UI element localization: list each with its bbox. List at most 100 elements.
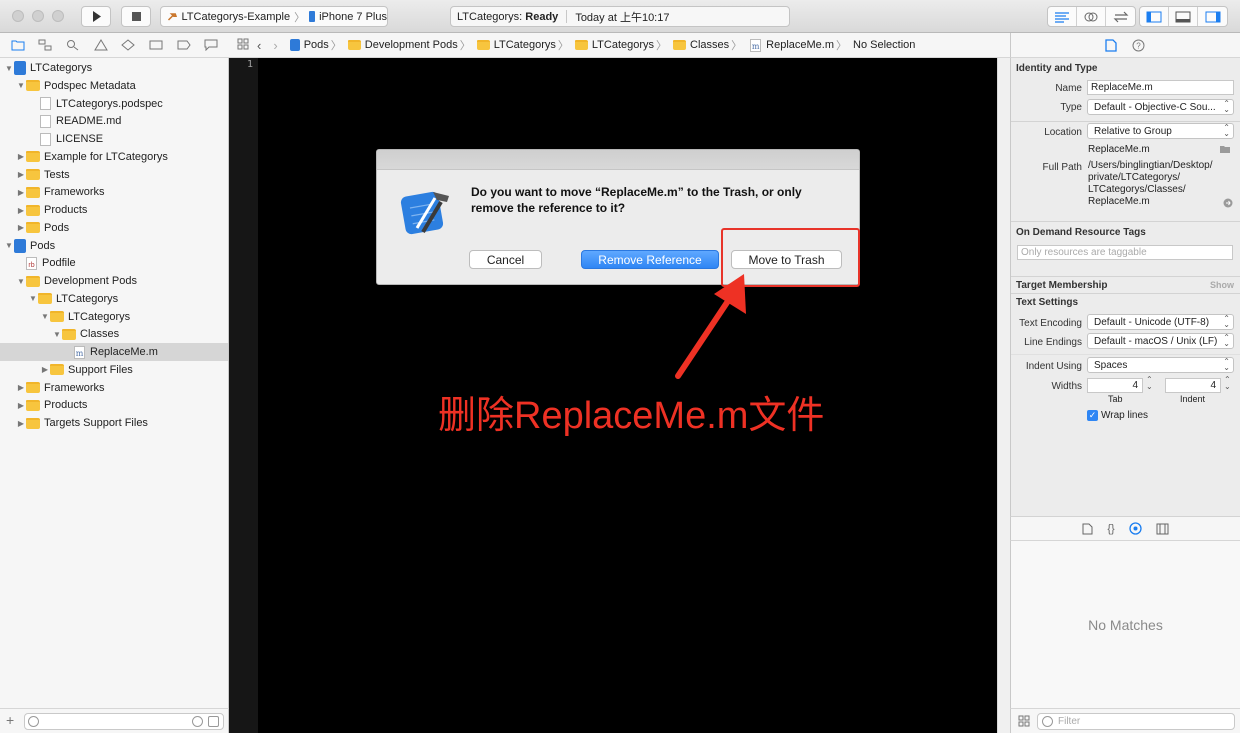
source-control-navigator-tab[interactable]	[36, 37, 54, 53]
tab-stepper[interactable]: ⌃ ⌄	[1146, 376, 1153, 391]
minimize-window-button[interactable]	[32, 10, 44, 22]
disclosure-expanded-icon[interactable]: ▼	[40, 312, 50, 321]
debug-navigator-tab[interactable]	[147, 37, 165, 53]
scm-filter-icon[interactable]	[208, 716, 219, 727]
navigator-row[interactable]: LICENSE	[0, 130, 228, 148]
toggle-inspector-button[interactable]	[1198, 7, 1227, 26]
disclosure-collapsed-icon[interactable]: ▶	[16, 419, 26, 428]
indent-width-field[interactable]: 4	[1165, 378, 1221, 393]
navigator-row[interactable]: ▶ Frameworks	[0, 183, 228, 201]
help-icon[interactable]: ?	[1132, 39, 1145, 52]
test-navigator-tab[interactable]	[119, 37, 137, 53]
close-window-button[interactable]	[12, 10, 24, 22]
add-icon[interactable]: +	[6, 712, 14, 728]
toggle-debug-area-button[interactable]	[1169, 7, 1198, 26]
device-name: iPhone 7 Plus	[319, 10, 387, 23]
jump-crumb-replaceme[interactable]: m ReplaceMe.m 〉	[748, 37, 851, 53]
navigator-row[interactable]: ▼ LTCategorys	[0, 59, 228, 77]
jump-crumb-classes[interactable]: Classes 〉	[673, 37, 746, 53]
navigator-row[interactable]: ▼ Pods	[0, 237, 228, 255]
find-navigator-tab[interactable]	[64, 37, 82, 53]
object-library-icon[interactable]	[1129, 522, 1142, 535]
toggle-navigator-button[interactable]	[1140, 7, 1169, 26]
navigator-row[interactable]: ▶ Pods	[0, 219, 228, 237]
disclosure-collapsed-icon[interactable]: ▶	[16, 401, 26, 410]
disclosure-collapsed-icon[interactable]: ▶	[16, 170, 26, 179]
tab-width-field[interactable]: 4	[1087, 378, 1143, 393]
disclosure-expanded-icon[interactable]: ▼	[28, 294, 38, 303]
indent-stepper[interactable]: ⌃ ⌄	[1224, 376, 1231, 391]
disclosure-collapsed-icon[interactable]: ▶	[16, 223, 26, 232]
report-navigator-tab[interactable]	[202, 37, 220, 53]
navigator-row[interactable]: ▶ Targets Support Files	[0, 414, 228, 432]
grid-view-icon[interactable]	[1018, 715, 1030, 727]
disclosure-expanded-icon[interactable]: ▼	[4, 64, 14, 73]
navigator-row[interactable]: ▼ LTCategorys	[0, 290, 228, 308]
zoom-window-button[interactable]	[52, 10, 64, 22]
stop-button[interactable]	[121, 6, 151, 27]
folder-icon	[476, 40, 490, 50]
project-navigator-tab[interactable]	[9, 37, 27, 53]
disclosure-collapsed-icon[interactable]: ▶	[16, 188, 26, 197]
navigator-row[interactable]: ▶ Example for LTCategorys	[0, 148, 228, 166]
jump-crumb-no-selection[interactable]: No Selection	[853, 39, 915, 51]
text-encoding-popup[interactable]: Default - Unicode (UTF-8) ⌃ ⌄	[1087, 314, 1234, 330]
resource-tags-field[interactable]: Only resources are taggable	[1017, 245, 1233, 260]
reveal-arrow-icon[interactable]	[1223, 198, 1233, 208]
type-popup[interactable]: Default - Objective-C Sou... ⌃ ⌄	[1087, 99, 1234, 115]
navigator-row[interactable]: ▶ Products	[0, 201, 228, 219]
scheme-selector[interactable]: LTCategorys-Example 〉 iPhone 7 Plus	[160, 6, 388, 27]
navigator-row[interactable]: ▼ Classes	[0, 325, 228, 343]
wrap-lines-checkbox[interactable]: ✓	[1087, 410, 1098, 421]
navigator-row[interactable]: ▶ Products	[0, 396, 228, 414]
assistant-editor-button[interactable]	[1077, 7, 1106, 26]
issue-navigator-tab[interactable]	[92, 37, 110, 53]
target-show-button[interactable]: Show	[1210, 280, 1234, 290]
related-items-icon[interactable]	[237, 38, 249, 53]
navigator-row[interactable]: rb Podfile	[0, 254, 228, 272]
version-editor-button[interactable]	[1106, 7, 1135, 26]
navigator-row[interactable]: ▼ Development Pods	[0, 272, 228, 290]
jump-crumb-development-pods[interactable]: Development Pods 〉	[347, 37, 475, 53]
chevron-right-icon: 〉	[656, 40, 668, 52]
navigator-row[interactable]: m ReplaceMe.m	[0, 343, 228, 361]
navigator-row[interactable]: README.md	[0, 112, 228, 130]
disclosure-collapsed-icon[interactable]: ▶	[16, 206, 26, 215]
remove-reference-button[interactable]: Remove Reference	[581, 250, 719, 269]
jump-crumb-ltcategorys[interactable]: LTCategorys 〉	[476, 37, 573, 53]
media-library-icon[interactable]	[1156, 523, 1169, 535]
navigator-row[interactable]: ▶ Support Files	[0, 361, 228, 379]
cancel-button[interactable]: Cancel	[469, 250, 542, 269]
disclosure-collapsed-icon[interactable]: ▶	[16, 383, 26, 392]
recent-files-icon[interactable]	[192, 716, 203, 727]
disclosure-expanded-icon[interactable]: ▼	[4, 241, 14, 250]
code-snippet-icon[interactable]: {}	[1107, 523, 1114, 535]
navigator-row[interactable]: ▼ Podspec Metadata	[0, 77, 228, 95]
disclosure-expanded-icon[interactable]: ▼	[16, 277, 26, 286]
run-button[interactable]	[81, 6, 111, 27]
disclosure-expanded-icon[interactable]: ▼	[52, 330, 62, 339]
file-inspector-icon[interactable]	[1105, 39, 1117, 52]
file-template-icon[interactable]	[1082, 523, 1093, 535]
location-popup[interactable]: Relative to Group ⌃ ⌄	[1087, 123, 1234, 139]
breakpoint-navigator-tab[interactable]	[175, 37, 193, 53]
disclosure-collapsed-icon[interactable]: ▶	[40, 365, 50, 374]
back-button[interactable]: ‹	[257, 38, 261, 53]
navigator-row[interactable]: ▼ LTCategorys	[0, 308, 228, 326]
disclosure-expanded-icon[interactable]: ▼	[16, 81, 26, 90]
jump-crumb-ltcategorys-inner[interactable]: LTCategorys 〉	[574, 37, 671, 53]
folder-icon[interactable]	[1219, 144, 1231, 154]
disclosure-collapsed-icon[interactable]: ▶	[16, 152, 26, 161]
jump-crumb-pods[interactable]: Pods 〉	[289, 37, 346, 53]
navigator-filter-input[interactable]	[24, 713, 224, 730]
navigator-row[interactable]: LTCategorys.podspec	[0, 95, 228, 113]
navigator-row[interactable]: ▶ Tests	[0, 166, 228, 184]
line-endings-popup[interactable]: Default - macOS / Unix (LF) ⌃ ⌄	[1087, 333, 1234, 349]
name-field[interactable]: ReplaceMe.m	[1087, 80, 1234, 95]
navigator-row[interactable]: ▶ Frameworks	[0, 379, 228, 397]
standard-editor-button[interactable]	[1048, 7, 1077, 26]
editor-scrollbar[interactable]	[997, 58, 1010, 733]
forward-button[interactable]: ›	[273, 38, 277, 53]
indent-using-popup[interactable]: Spaces ⌃ ⌄	[1087, 357, 1234, 373]
library-filter-input[interactable]: Filter	[1037, 713, 1235, 730]
